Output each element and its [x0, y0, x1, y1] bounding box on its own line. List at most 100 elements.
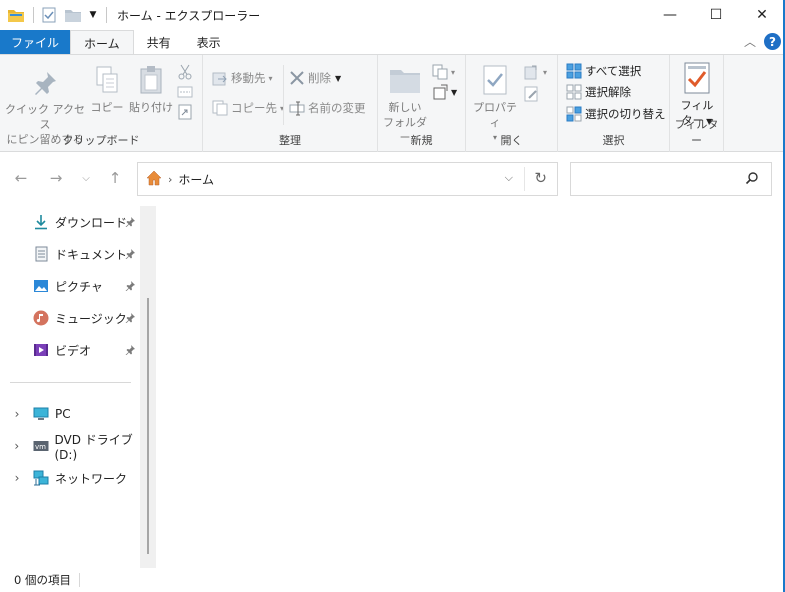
- scrollbar-thumb[interactable]: [147, 298, 149, 554]
- breadcrumb-home[interactable]: ホーム: [178, 171, 214, 188]
- back-arrow-icon[interactable]: ←: [11, 168, 31, 188]
- dvd-drive-icon: vm: [33, 438, 49, 454]
- pictures-icon: [33, 278, 49, 294]
- forward-arrow-icon[interactable]: →: [46, 168, 66, 188]
- open-icon: [524, 64, 540, 80]
- nav-item-label: ピクチャ: [55, 279, 103, 294]
- nav-item-music[interactable]: ミュージック: [33, 306, 127, 330]
- open-dropdown-icon: ▾: [543, 67, 548, 77]
- recent-locations-chevron-icon[interactable]: ⌵: [76, 168, 96, 188]
- invert-selection-label: 選択の切り替え: [585, 107, 666, 121]
- tab-share[interactable]: 共有: [134, 30, 184, 54]
- organize-group-label: 整理: [279, 134, 301, 147]
- music-icon: [33, 310, 49, 326]
- new-item-button[interactable]: ▾: [432, 62, 455, 82]
- nav-item-pc[interactable]: › PC: [0, 402, 71, 426]
- pin-icon[interactable]: [124, 216, 136, 228]
- address-bar[interactable]: › ホーム ⌵ ↻: [137, 162, 558, 196]
- history-button[interactable]: [524, 104, 543, 124]
- download-icon: [33, 214, 49, 230]
- new-item-icon: [432, 64, 448, 80]
- address-dropdown-icon[interactable]: ⌵: [505, 171, 513, 185]
- up-arrow-icon[interactable]: ↑: [105, 168, 125, 188]
- nav-item-network[interactable]: › ネットワーク: [0, 466, 127, 490]
- new-group: 新しい フォルダー ▾ ▼ 新規: [378, 55, 466, 152]
- invert-selection-button[interactable]: 選択の切り替え: [566, 104, 666, 124]
- nav-item-label: ダウンロード: [55, 215, 128, 230]
- easy-access-icon: [432, 84, 448, 100]
- filter-group: フィル ター ▼ フィルター: [670, 55, 724, 152]
- pin-label-line1: クイック アクセス: [5, 103, 85, 131]
- breadcrumb-separator[interactable]: ›: [168, 173, 172, 186]
- ribbon-tabs: ファイル ホーム 共有 表示 ︿ ?: [0, 30, 785, 55]
- select-none-icon: [566, 84, 582, 100]
- documents-icon: [33, 246, 49, 262]
- clipboard-group: クイック アクセス にピン留めする コピー 貼り付け クリップボード: [0, 55, 203, 152]
- move-to-button[interactable]: 移動先 ▾: [212, 68, 273, 88]
- nav-item-pictures[interactable]: ピクチャ: [33, 274, 103, 298]
- rename-icon: [289, 100, 305, 116]
- select-group: すべて選択 選択解除 選択の切り替え 選択: [558, 55, 670, 152]
- pc-icon: [33, 406, 49, 422]
- move-to-dropdown-icon: ▾: [268, 73, 273, 83]
- edit-icon: [524, 86, 540, 102]
- edit-button[interactable]: [524, 84, 543, 104]
- help-icon[interactable]: ?: [764, 33, 781, 50]
- customize-toolbar-dropdown-icon[interactable]: ▼: [88, 6, 98, 24]
- easy-access-button[interactable]: ▼: [432, 82, 457, 102]
- home-icon: [146, 170, 162, 189]
- minimize-button[interactable]: —: [647, 0, 693, 30]
- open-group: プロパティ ▾ ▾ 開く: [466, 55, 558, 152]
- new-folder-label-line1: 新しい: [388, 101, 422, 114]
- paste-shortcut-button[interactable]: [177, 102, 196, 122]
- video-icon: [33, 342, 49, 358]
- file-list-area[interactable]: [157, 204, 785, 568]
- divider: [106, 7, 107, 23]
- copy-path-button[interactable]: [177, 82, 196, 102]
- easy-access-dropdown-icon: ▼: [451, 87, 458, 97]
- paste-button[interactable]: 貼り付け: [128, 63, 174, 115]
- maximize-button[interactable]: ☐: [693, 0, 739, 30]
- navigation-scrollbar[interactable]: [140, 206, 156, 568]
- expand-chevron-icon[interactable]: ›: [9, 439, 25, 453]
- pin-icon[interactable]: [124, 312, 136, 324]
- expand-chevron-icon[interactable]: ›: [9, 471, 25, 485]
- nav-item-videos[interactable]: ビデオ: [33, 338, 91, 362]
- refresh-icon[interactable]: ↻: [534, 169, 547, 187]
- folder-app-icon: [7, 6, 25, 24]
- search-box[interactable]: [570, 162, 772, 196]
- svg-text:vm: vm: [35, 443, 46, 451]
- copy-to-icon: [212, 100, 228, 116]
- nav-item-dvd-drive[interactable]: › vm DVD ドライブ (D:): [0, 433, 156, 462]
- nav-item-label: PC: [55, 407, 71, 421]
- open-button[interactable]: ▾: [524, 62, 547, 82]
- collapse-ribbon-icon[interactable]: ︿: [744, 33, 756, 50]
- close-button[interactable]: ✕: [739, 0, 785, 30]
- paste-shortcut-icon: [177, 104, 193, 120]
- tab-home[interactable]: ホーム: [70, 30, 134, 55]
- select-none-label: 選択解除: [585, 85, 631, 99]
- search-icon[interactable]: [745, 171, 759, 188]
- select-all-button[interactable]: すべて選択: [566, 61, 641, 81]
- tab-view[interactable]: 表示: [184, 30, 234, 54]
- window-title: ホーム - エクスプローラー: [117, 8, 261, 23]
- nav-item-documents[interactable]: ドキュメント: [33, 242, 127, 266]
- nav-item-downloads[interactable]: ダウンロード: [33, 210, 127, 234]
- copy-label: コピー: [90, 101, 124, 114]
- select-none-button[interactable]: 選択解除: [566, 82, 631, 102]
- cut-button[interactable]: [177, 62, 196, 82]
- pin-icon[interactable]: [124, 344, 136, 356]
- history-icon: [524, 106, 540, 122]
- tab-file[interactable]: ファイル: [0, 30, 71, 54]
- new-folder-quick-icon[interactable]: [64, 6, 82, 24]
- copy-button[interactable]: コピー: [88, 63, 126, 115]
- pin-icon[interactable]: [124, 280, 136, 292]
- expand-chevron-icon[interactable]: ›: [9, 407, 25, 421]
- rename-button[interactable]: 名前の変更: [289, 98, 366, 118]
- copy-icon: [92, 63, 122, 97]
- delete-button[interactable]: 削除 ▼: [289, 68, 341, 88]
- divider: [78, 573, 80, 587]
- pin-icon[interactable]: [124, 248, 136, 260]
- properties-quick-icon[interactable]: [40, 6, 58, 24]
- copy-to-button[interactable]: コピー先 ▾: [212, 98, 284, 118]
